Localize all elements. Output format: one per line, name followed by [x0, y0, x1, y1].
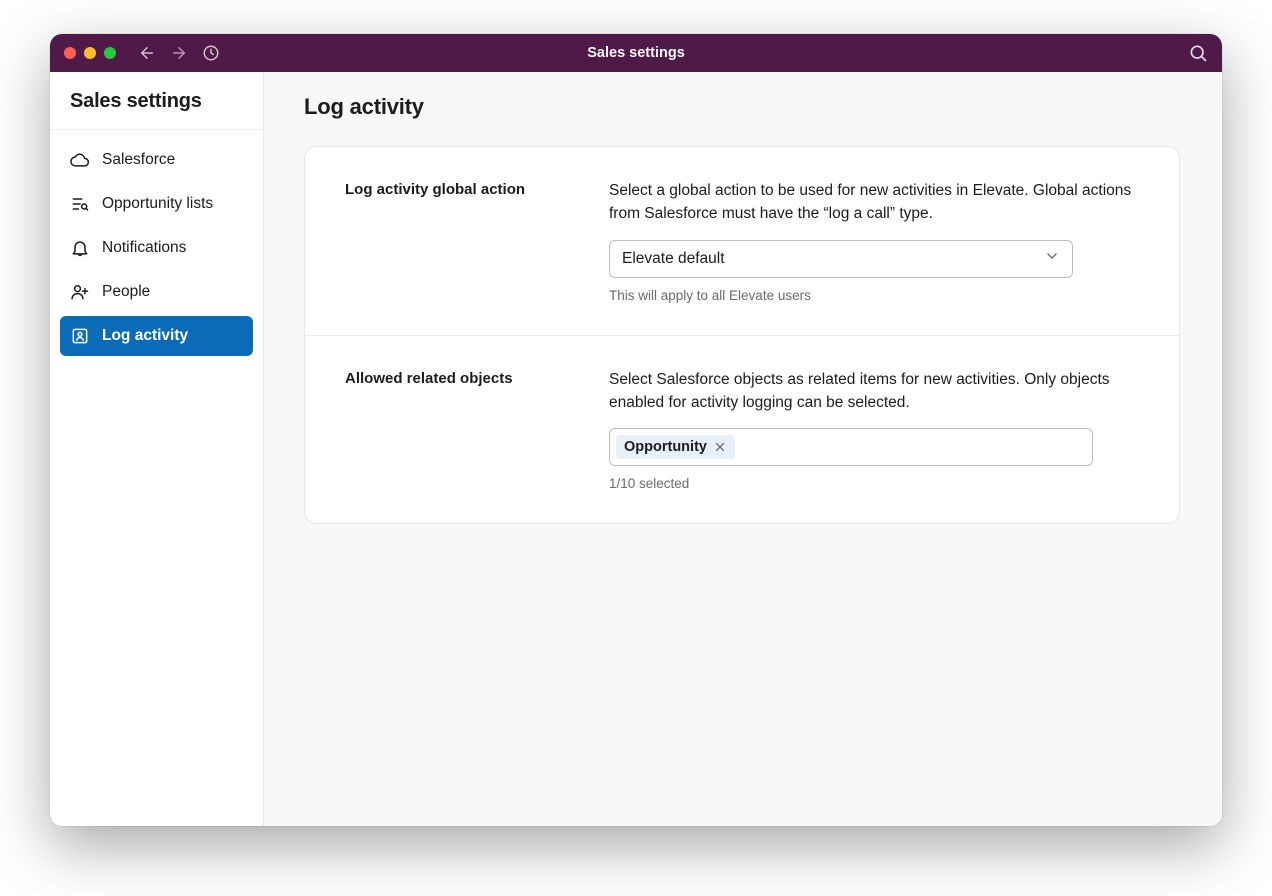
global-action-select[interactable]: Elevate default [609, 240, 1073, 278]
tag-label: Opportunity [624, 439, 707, 455]
search-icon[interactable] [1188, 43, 1208, 63]
remove-tag-icon[interactable] [713, 440, 727, 454]
page-title: Log activity [304, 94, 1182, 120]
window-title: Sales settings [587, 45, 685, 61]
back-icon[interactable] [138, 44, 156, 62]
sidebar-item-label: Log activity [102, 327, 188, 345]
titlebar: Sales settings [50, 34, 1222, 72]
section-related-objects: Allowed related objects Select Salesforc… [305, 335, 1179, 524]
history-icon[interactable] [202, 44, 220, 62]
sidebar-list: Salesforce Opportunity lists Notificatio… [50, 130, 263, 366]
sidebar-item-label: Opportunity lists [102, 195, 213, 213]
sidebar-item-label: People [102, 283, 150, 301]
maximize-window-button[interactable] [104, 47, 116, 59]
select-value: Elevate default [622, 250, 725, 268]
section-description: Select Salesforce objects as related ite… [609, 368, 1139, 415]
sidebar-title: Sales settings [50, 72, 263, 130]
window-controls [64, 47, 116, 59]
tag-opportunity: Opportunity [616, 435, 735, 459]
main-content: Log activity Log activity global action … [264, 72, 1222, 826]
bell-icon [70, 238, 90, 258]
sidebar-item-label: Notifications [102, 239, 186, 257]
section-description: Select a global action to be used for ne… [609, 179, 1139, 226]
helper-text: This will apply to all Elevate users [609, 288, 1139, 303]
sidebar-item-label: Salesforce [102, 151, 175, 169]
app-window: Sales settings Sales settings Salesforce [50, 34, 1222, 826]
sidebar-item-people[interactable]: People [60, 272, 253, 312]
people-icon [70, 282, 90, 302]
sidebar-item-notifications[interactable]: Notifications [60, 228, 253, 268]
sidebar-item-opportunity-lists[interactable]: Opportunity lists [60, 184, 253, 224]
settings-card: Log activity global action Select a glob… [304, 146, 1180, 524]
close-window-button[interactable] [64, 47, 76, 59]
forward-icon[interactable] [170, 44, 188, 62]
section-global-action: Log activity global action Select a glob… [305, 147, 1179, 335]
sidebar: Sales settings Salesforce Opportunity li… [50, 72, 264, 826]
minimize-window-button[interactable] [84, 47, 96, 59]
list-search-icon [70, 194, 90, 214]
section-label: Allowed related objects [345, 368, 569, 492]
sidebar-item-salesforce[interactable]: Salesforce [60, 140, 253, 180]
cloud-icon [70, 150, 90, 170]
related-objects-input[interactable]: Opportunity [609, 428, 1093, 466]
log-activity-icon [70, 326, 90, 346]
section-label: Log activity global action [345, 179, 569, 303]
helper-text: 1/10 selected [609, 476, 1139, 491]
chevron-down-icon [1044, 248, 1060, 269]
sidebar-item-log-activity[interactable]: Log activity [60, 316, 253, 356]
